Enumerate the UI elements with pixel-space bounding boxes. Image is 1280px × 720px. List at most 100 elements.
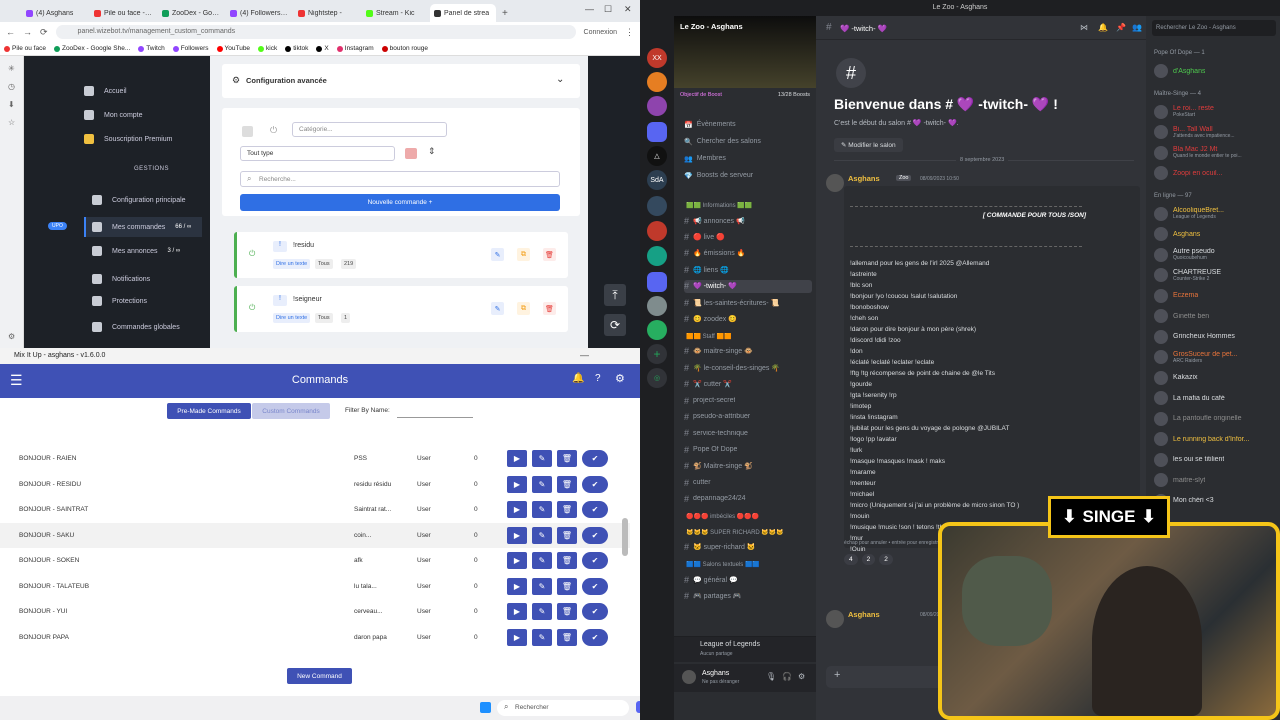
channel-category[interactable]: 🔴🔴🔴 imbéciles 🔴🔴🔴 [686, 513, 806, 520]
nav-accueil[interactable]: Accueil [84, 86, 127, 96]
play-icon[interactable]: ▶ [507, 577, 527, 595]
scrollbar-thumb[interactable] [622, 518, 628, 556]
channel-category[interactable]: 🟩🟩 Informations 🟩🟩 [686, 202, 806, 209]
server-icon[interactable] [647, 246, 667, 266]
browser-tab[interactable]: (4) Followers - T [226, 4, 292, 22]
toggle-switch[interactable]: ✔ [582, 526, 608, 544]
reload-icon[interactable]: ⟳ [40, 27, 48, 38]
bookmark-item[interactable]: YouTube [216, 45, 250, 52]
member-item[interactable]: Bi... Tall Wall J'attends avec impatience… [1154, 123, 1278, 141]
server-icon[interactable] [647, 196, 667, 216]
play-icon[interactable]: ▶ [507, 526, 527, 544]
windows-start-icon[interactable] [480, 702, 491, 713]
server-icon[interactable] [647, 72, 667, 92]
member-item[interactable]: Le running back d'Infor... [1154, 430, 1278, 448]
download-icon[interactable]: ⬇ [8, 100, 15, 109]
edit-icon[interactable]: ✎ [532, 450, 552, 467]
tab-custom[interactable]: Custom Commands [252, 403, 330, 419]
channel-item[interactable]: # 🐵 maitre-singe 🐵 [684, 345, 812, 358]
server-icon[interactable] [647, 296, 667, 316]
browser-tab[interactable]: Panel de strea [430, 4, 496, 22]
edit-icon[interactable]: ✎ [532, 475, 552, 493]
channel-category[interactable]: 🟧🟧 Staff 🟧🟧 [686, 333, 806, 340]
nav-gestions[interactable]: GESTIONS [134, 166, 169, 172]
table-row[interactable]: BONJOUR - RAIEN PSS User 0 ▶ ✎ 🗑 ✔ [0, 446, 630, 471]
notification-icon[interactable]: 🔔 [572, 373, 584, 384]
channel-item[interactable]: # 📜 les-saintes-écritures- 📜 [684, 296, 812, 309]
channel-item[interactable]: # Pope Of Dope [684, 443, 812, 456]
table-row[interactable]: BONJOUR - SAKU coin... User 0 ▶ ✎ 🗑 ✔ [0, 522, 630, 548]
member-item[interactable]: Autre pseudo Quoicoubehum [1154, 246, 1278, 264]
bookmark-item[interactable]: Twitch [138, 45, 165, 52]
channel-item[interactable]: # service-technique [684, 427, 812, 440]
delete-icon[interactable]: 🗑 [557, 526, 577, 544]
category-select[interactable]: Catégorie... [292, 122, 447, 137]
channel-item[interactable]: # 💬 général 💬 [684, 573, 812, 586]
channel-item[interactable]: # cutter [684, 476, 812, 489]
nav-config-principale[interactable]: Configuration principale [92, 195, 186, 205]
browser-tab[interactable]: Nightstep - [294, 4, 360, 22]
edit-icon[interactable]: ✎ [532, 552, 552, 569]
table-row[interactable]: BONJOUR PAPA daron papa User 0 ▶ ✎ 🗑 ✔ [0, 625, 630, 650]
channel-category[interactable]: 🟦🟦 Salons textuels 🟦🟦 [686, 561, 806, 568]
member-item[interactable]: CHARTREUSE Counter-Strike 2 [1154, 266, 1278, 284]
channel-item[interactable]: # 💜 -twitch- 💜 [684, 279, 812, 293]
server-icon[interactable] [647, 221, 667, 241]
server-icon[interactable]: XX [647, 48, 667, 68]
play-icon[interactable]: ▶ [507, 450, 527, 467]
channel-item[interactable]: # 🔴 live 🔴 [684, 230, 812, 243]
checkbox-icon[interactable] [242, 126, 253, 137]
member-item[interactable]: La pantoufle originelle [1154, 410, 1278, 428]
channel-item[interactable]: # 📢 annonces 📢 [684, 214, 812, 227]
server-icon[interactable]: △ [647, 146, 667, 166]
avatar[interactable] [826, 610, 844, 628]
member-item[interactable]: Eczema [1154, 287, 1278, 305]
new-command-button[interactable]: New Command [287, 668, 352, 684]
table-row[interactable]: BONJOUR - SAINTRAT Saintrat rat... User 0 ▶ ✎… [0, 497, 630, 522]
copy-icon[interactable]: ⧉ [517, 302, 530, 315]
bookmark-item[interactable]: bouton rouge [381, 45, 428, 52]
table-row[interactable]: BONJOUR - RESIDU residu résidu User 0 ▶ ✎ 🗑 ✔ [0, 472, 630, 497]
browser-tab[interactable]: Stream - Kic [362, 4, 428, 22]
channel-item[interactable]: # 🌐 liens 🌐 [684, 263, 812, 276]
menu-icon[interactable]: ⋮ [625, 27, 634, 38]
nav-premium[interactable]: Souscription Premium [84, 134, 172, 144]
toggle-switch[interactable]: ✔ [582, 628, 608, 646]
edit-icon[interactable]: ✎ [491, 248, 504, 261]
member-item[interactable]: maitre-slyt [1154, 471, 1278, 489]
tab-premade[interactable]: Pre-Made Commands [167, 403, 251, 419]
boost-bar[interactable]: Objectif de Boost 13/28 Boosts [680, 92, 810, 102]
member-item[interactable]: Le roi... reste PokeStart [1154, 103, 1278, 121]
member-item[interactable]: d'Asghans [1154, 62, 1278, 80]
settings-icon[interactable]: ⚙ [798, 672, 805, 681]
delete-icon[interactable]: 🗑 [557, 475, 577, 493]
member-item[interactable]: Grincheux Hommes [1154, 328, 1278, 346]
edit-icon[interactable]: ✎ [532, 603, 552, 620]
bookmark-item[interactable]: Followers [172, 45, 209, 52]
table-row[interactable]: BONJOUR - YUI cerveau... User 0 ▶ ✎ 🗑 ✔ [0, 599, 630, 624]
close-icon[interactable]: ✕ [624, 4, 632, 15]
edit-icon[interactable]: ✎ [532, 577, 552, 595]
chevron-down-icon[interactable]: ⌄ [556, 74, 564, 85]
delete-icon[interactable]: 🗑 [557, 577, 577, 595]
type-select[interactable]: Tout type [240, 146, 395, 161]
delete-icon[interactable]: 🗑 [543, 302, 556, 315]
toggle-switch[interactable]: ✔ [582, 501, 608, 518]
nav-protections[interactable]: Protections [92, 296, 147, 306]
server-nav-item[interactable]: 🔍 Chercher des salons [684, 135, 812, 148]
play-icon[interactable]: ▶ [507, 501, 527, 518]
mic-icon[interactable]: 🎙 [766, 672, 776, 681]
edit-icon[interactable]: ✎ [491, 302, 504, 315]
filter-input[interactable] [397, 417, 473, 418]
reaction[interactable]: 2 [861, 554, 876, 565]
avatar[interactable] [682, 670, 696, 684]
command-card[interactable]: ⏻! !seigneur Dire un texte Tous 1 ✎ ⧉ 🗑 [234, 286, 568, 332]
maximize-icon[interactable]: ☐ [604, 4, 612, 15]
nav-notifications[interactable]: Notifications [92, 274, 150, 284]
edit-icon[interactable]: ✎ [532, 526, 552, 544]
channel-item[interactable]: # 😊 zoodex 😊 [684, 312, 812, 325]
message-author[interactable]: Asghans [848, 610, 880, 619]
power-icon[interactable]: ⏻ [249, 249, 255, 259]
server-nav-item[interactable]: 💎 Boosts de serveur [684, 169, 812, 182]
history-icon[interactable]: ◷ [8, 82, 15, 91]
